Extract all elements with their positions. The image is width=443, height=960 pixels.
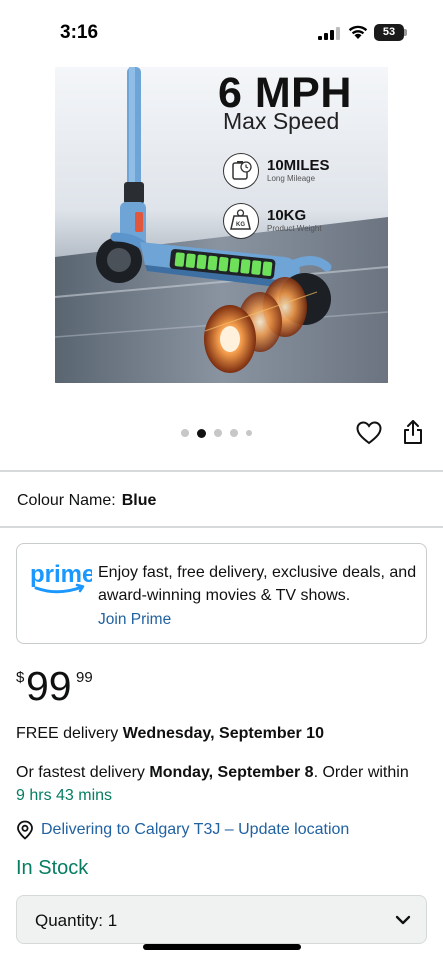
wishlist-button[interactable] (355, 419, 383, 447)
weight-icon-label: KG (236, 222, 245, 228)
delivery-date: Wednesday, September 10 (122, 725, 324, 742)
prime-promo-card[interactable]: prime Enjoy fast, free delivery, exclusi… (16, 543, 427, 644)
fastest-date: Monday, September 8 (149, 764, 314, 781)
fastest-middle: . Order within (313, 764, 409, 781)
price-currency: $ (16, 669, 25, 686)
cellular-signal-icon (318, 27, 340, 40)
stock-status: In Stock (16, 857, 89, 879)
battery-level: 53 (374, 24, 404, 41)
price-whole: 99 (26, 663, 72, 709)
mileage-battery-icon (223, 153, 259, 189)
delivery-location[interactable]: Delivering to Calgary T3J – Update locat… (16, 819, 349, 841)
colour-value: Blue (121, 492, 157, 509)
fastest-delivery-info: Or fastest delivery Monday, September 8.… (16, 761, 416, 807)
svg-text:prime: prime (30, 561, 92, 588)
prime-description: Enjoy fast, free delivery, exclusive dea… (98, 564, 417, 604)
share-button[interactable] (399, 418, 427, 446)
colour-label: Colour Name: (17, 492, 116, 509)
weight-icon: KG (223, 203, 259, 239)
chevron-down-icon (395, 915, 411, 925)
price-fraction: 99 (76, 669, 93, 686)
battery-icon: 53 (374, 24, 407, 41)
colour-selector[interactable]: Colour Name: Blue (17, 492, 156, 510)
carousel-dot[interactable] (214, 429, 222, 437)
location-pin-icon (17, 820, 33, 840)
spec-mileage-value: 10MILES (267, 157, 330, 174)
image-subheadline: Max Speed (223, 108, 340, 134)
battery-tip (404, 29, 407, 36)
carousel-dot-active[interactable] (197, 428, 206, 438)
heart-icon (356, 421, 382, 445)
carousel-dot[interactable] (246, 430, 252, 436)
home-indicator[interactable] (143, 944, 301, 950)
quantity-value: 1 (107, 911, 118, 930)
join-prime-link[interactable]: Join Prime (98, 611, 171, 629)
spec-mileage-label: Long Mileage (267, 174, 316, 183)
fastest-prefix: Or fastest delivery (16, 764, 145, 781)
spec-weight-label: Product Weight (267, 224, 322, 233)
divider (0, 526, 443, 528)
spec-weight: 10KG Product Weight (267, 207, 322, 233)
carousel-dot[interactable] (181, 429, 189, 437)
spec-mileage: 10MILES Long Mileage (267, 157, 330, 183)
prime-logo: prime (30, 561, 92, 594)
delivery-info: FREE delivery Wednesday, September 10 (16, 725, 324, 743)
carousel-indicator[interactable] (181, 428, 252, 438)
status-bar: 3:16 53 (0, 0, 443, 62)
quantity-text: Quantity: 1 (35, 911, 117, 931)
location-link[interactable]: Delivering to Calgary T3J – Update locat… (41, 821, 349, 839)
quantity-dropdown[interactable]: Quantity: 1 (16, 895, 427, 944)
carousel-dot[interactable] (230, 429, 238, 437)
spec-weight-value: 10KG (267, 207, 307, 224)
divider (0, 470, 443, 472)
product-image[interactable]: 6 MPH Max Speed 10MILES Long Mileage KG … (55, 67, 388, 383)
share-icon (404, 420, 422, 444)
wifi-icon (348, 25, 368, 39)
status-time: 3:16 (60, 22, 99, 43)
delivery-prefix: FREE delivery (16, 725, 119, 742)
quantity-label: Quantity: (35, 911, 104, 930)
order-countdown: 9 hrs 43 mins (16, 787, 113, 804)
